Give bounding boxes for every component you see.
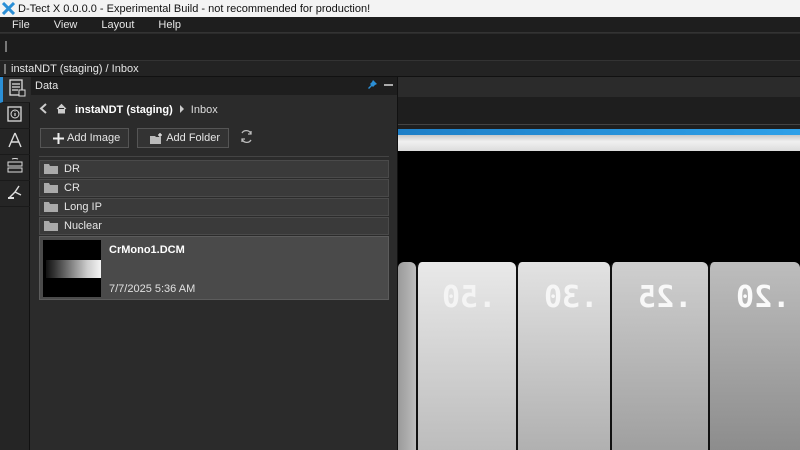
menu-file[interactable]: File [0,19,42,31]
viewer-tabbar [398,97,800,125]
folder-label: Nuclear [64,220,102,232]
tools-icon [6,183,24,204]
add-folder-button[interactable]: Add Folder [137,128,230,148]
image-viewer[interactable]: .50 .30 .25 .20 [398,77,800,450]
toolbar-grip[interactable] [5,41,7,52]
current-path: instaNDT (staging) / Inbox [11,62,139,75]
data-browser-button[interactable] [0,77,30,103]
plate-label: .50 [442,280,497,315]
pin-icon[interactable] [367,79,378,93]
folder-label: Long IP [64,201,102,213]
add-folder-label: Add Folder [166,132,221,144]
minimize-icon[interactable] [384,80,393,92]
menu-help[interactable]: Help [146,19,193,31]
measure-icon [6,131,24,152]
storage-button[interactable] [0,155,30,181]
data-panel: Data instaNDT (staging) Inbox Add Image … [31,77,398,450]
path-bar: instaNDT (staging) / Inbox [0,60,800,77]
path-grip[interactable] [4,63,6,74]
folder-icon [44,221,58,231]
viewer-image-strip [398,135,800,151]
measure-button[interactable] [0,129,30,155]
refresh-icon[interactable] [239,129,254,147]
folder-item[interactable]: Nuclear [39,217,389,235]
folder-item[interactable]: DR [39,160,389,178]
file-date: 7/7/2025 5:36 AM [109,283,196,295]
info-icon [6,105,24,126]
folder-item[interactable]: CR [39,179,389,197]
xray-image: .50 .30 .25 .20 [398,262,800,450]
data-browser-icon [8,79,26,100]
window-title: D-Tect X 0.0.0.0 - Experimental Build - … [18,2,371,15]
home-icon[interactable] [56,103,67,117]
panel-actions: Add Image Add Folder [31,125,397,151]
folder-icon [44,202,58,212]
folder-item[interactable]: Long IP [39,198,389,216]
breadcrumb-leaf[interactable]: Inbox [191,104,218,116]
add-folder-icon [150,132,163,144]
storage-icon [6,157,24,178]
file-name: CrMono1.DCM [109,244,185,256]
title-bar: D-Tect X 0.0.0.0 - Experimental Build - … [0,0,800,17]
add-image-button[interactable]: Add Image [40,128,130,148]
divider [39,156,389,157]
folder-icon [44,183,58,193]
add-icon [53,132,64,144]
left-toolbar [0,77,30,450]
plate-label: .30 [544,280,599,315]
folder-label: DR [64,163,80,175]
back-icon[interactable] [39,103,48,117]
plate-label: .20 [736,280,791,315]
tools-button[interactable] [0,181,30,207]
file-thumbnail [43,240,101,297]
viewer-toolbar [398,77,800,97]
plate-label: .25 [638,280,693,315]
info-button[interactable] [0,103,30,129]
folder-list: DR CR Long IP Nuclear CrMono1.DCM 7/7/20… [31,160,397,300]
chevron-right-icon [179,104,185,116]
app-logo-icon [2,2,15,15]
folder-label: CR [64,182,80,194]
panel-header: Data [31,77,397,95]
toolbar [0,34,800,60]
file-item[interactable]: CrMono1.DCM 7/7/2025 5:36 AM [39,236,389,300]
panel-title: Data [35,80,59,92]
breadcrumb-root[interactable]: instaNDT (staging) [75,104,173,116]
menu-bar: File View Layout Help [0,17,800,33]
menu-layout[interactable]: Layout [89,19,146,31]
menu-view[interactable]: View [42,19,90,31]
breadcrumb: instaNDT (staging) Inbox [31,95,397,125]
add-image-label: Add Image [67,132,121,144]
folder-icon [44,164,58,174]
